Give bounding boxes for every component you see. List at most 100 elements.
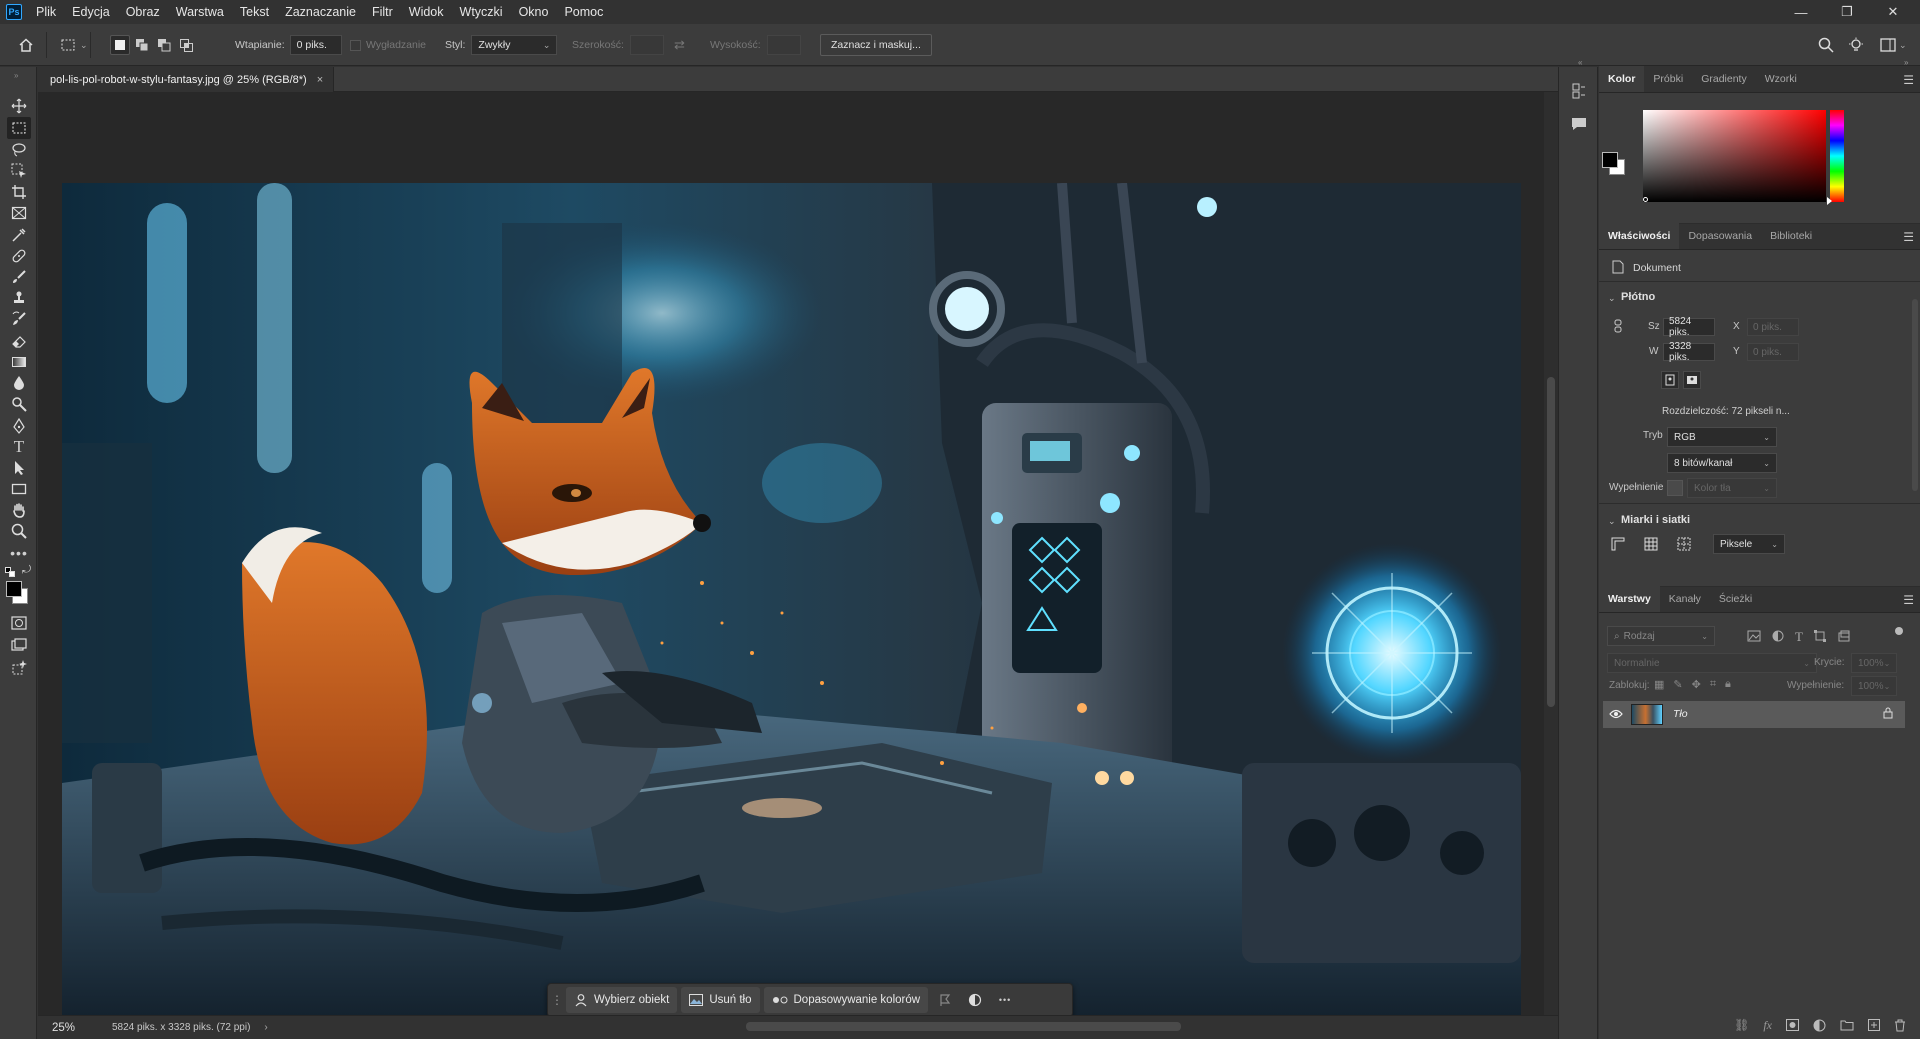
layer-row[interactable]: Tło xyxy=(1603,701,1905,728)
height-input[interactable] xyxy=(766,35,801,55)
menu-item-8[interactable]: Wtyczki xyxy=(452,0,511,24)
pen-tool-icon[interactable] xyxy=(7,415,31,437)
menu-item-3[interactable]: Warstwa xyxy=(168,0,232,24)
tab-adjustments[interactable]: Dopasowania xyxy=(1679,223,1761,249)
default-colors-icon[interactable] xyxy=(5,566,15,580)
fx-icon[interactable]: fx xyxy=(1763,1018,1772,1033)
screen-mode-icon[interactable] xyxy=(7,634,31,656)
object-selection-tool-icon[interactable] xyxy=(7,160,31,182)
eraser-tool-icon[interactable] xyxy=(7,330,31,352)
vertical-scrollbar[interactable] xyxy=(1544,92,1558,1015)
foreground-color-swatch[interactable] xyxy=(6,581,22,597)
type-layer-filter-icon[interactable]: T xyxy=(1795,629,1803,645)
color-match-button[interactable]: Dopasowywanie kolorów xyxy=(763,987,929,1013)
horizontal-scroll-thumb[interactable] xyxy=(746,1022,1181,1031)
color-panel-menu-icon[interactable]: ☰ xyxy=(1903,73,1914,87)
history-brush-tool-icon[interactable] xyxy=(7,308,31,330)
vertical-scroll-thumb[interactable] xyxy=(1547,377,1555,707)
landscape-orientation-icon[interactable] xyxy=(1683,371,1701,389)
units-select[interactable]: Piksele ⌄ xyxy=(1713,534,1785,554)
type-tool-icon[interactable]: T xyxy=(7,436,31,458)
canvas-section-chevron-icon[interactable]: ⌄ xyxy=(1608,293,1616,304)
tab-channels[interactable]: Kanały xyxy=(1660,586,1710,612)
color-picker-field[interactable] xyxy=(1643,110,1826,202)
swap-colors-icon[interactable]: ⤾ xyxy=(22,564,31,577)
search-icon[interactable] xyxy=(1818,24,1834,66)
dodge-tool-icon[interactable] xyxy=(7,393,31,415)
home-icon[interactable] xyxy=(16,35,36,55)
collapse-panels-icon[interactable]: » xyxy=(1904,58,1908,67)
new-selection-icon[interactable] xyxy=(110,35,130,55)
tab-color[interactable]: Kolor xyxy=(1599,66,1645,92)
menu-item-9[interactable]: Okno xyxy=(511,0,557,24)
lock-all-icon[interactable]: 🔒︎ xyxy=(1725,678,1731,691)
filter-toggle-icon[interactable] xyxy=(1895,627,1903,635)
zoom-level[interactable]: 25% xyxy=(38,1016,82,1039)
new-layer-icon[interactable] xyxy=(1868,1019,1880,1031)
tab-paths[interactable]: Ścieżki xyxy=(1710,586,1761,612)
horizontal-scrollbar[interactable] xyxy=(338,1018,1558,1035)
chevron-down-icon[interactable]: ⌄ xyxy=(80,40,88,51)
lasso-tool-icon[interactable] xyxy=(7,139,31,161)
canvas-width-input[interactable]: 5824 piks. xyxy=(1663,316,1715,338)
layer-fill-input[interactable]: 100% ⌄ xyxy=(1851,676,1897,696)
generative-fill-icon[interactable] xyxy=(7,656,31,678)
properties-scrollbar[interactable] xyxy=(1912,299,1918,491)
comments-panel-icon[interactable] xyxy=(1571,117,1587,134)
minimize-button[interactable]: — xyxy=(1778,0,1824,24)
color-fg-swatch[interactable] xyxy=(1602,152,1618,168)
tab-patterns[interactable]: Wzorki xyxy=(1756,66,1806,92)
remove-background-button[interactable]: Usuń tło xyxy=(681,987,760,1013)
tab-properties[interactable]: Właściwości xyxy=(1599,223,1680,249)
y-input[interactable]: 0 piks. xyxy=(1747,343,1799,361)
intersect-selection-icon[interactable] xyxy=(176,35,196,55)
menu-item-2[interactable]: Obraz xyxy=(118,0,168,24)
tab-swatches[interactable]: Próbki xyxy=(1644,66,1692,92)
layer-lock-icon[interactable] xyxy=(1883,707,1893,722)
layer-name[interactable]: Tło xyxy=(1673,708,1688,720)
antialias-checkbox[interactable] xyxy=(350,39,361,51)
expand-panels-icon[interactable]: « xyxy=(1578,58,1582,67)
rectangular-marquee-tool-icon[interactable] xyxy=(7,117,31,139)
healing-brush-tool-icon[interactable] xyxy=(7,245,31,267)
close-window-button[interactable]: ✕ xyxy=(1870,0,1916,24)
hand-tool-icon[interactable] xyxy=(7,499,31,521)
style-select[interactable]: Zwykły ⌄ xyxy=(471,35,558,55)
x-input[interactable]: 0 piks. xyxy=(1747,318,1799,336)
menu-item-4[interactable]: Tekst xyxy=(232,0,277,24)
select-and-mask-button[interactable]: Zaznacz i maskuj... xyxy=(820,34,932,56)
document-tab[interactable]: pol-lis-pol-robot-w-stylu-fantasy.jpg @ … xyxy=(38,67,335,92)
drag-handle-icon[interactable]: ⋮ xyxy=(551,987,563,1013)
status-menu-arrow[interactable]: › xyxy=(264,1022,267,1033)
hue-slider[interactable] xyxy=(1830,110,1844,202)
portrait-orientation-icon[interactable] xyxy=(1661,371,1679,389)
feather-input[interactable]: 0 piks. xyxy=(289,35,342,55)
link-icon[interactable] xyxy=(1613,319,1623,336)
history-panel-icon[interactable] xyxy=(1571,83,1587,102)
swap-icon[interactable]: ⇄ xyxy=(674,37,685,53)
brush-tool-icon[interactable] xyxy=(7,266,31,288)
grid-icon[interactable] xyxy=(1642,535,1660,553)
workspace-icon[interactable]: ⌄ xyxy=(1880,24,1907,66)
smart-object-filter-icon[interactable] xyxy=(1837,629,1851,643)
shape-layer-filter-icon[interactable] xyxy=(1813,629,1827,643)
add-selection-icon[interactable] xyxy=(132,35,152,55)
marquee-preset-icon[interactable] xyxy=(58,35,78,55)
menu-item-0[interactable]: Plik xyxy=(28,0,64,24)
fill-select[interactable]: Kolor tła ⌄ xyxy=(1687,478,1777,498)
pin-icon[interactable] xyxy=(932,987,958,1013)
hue-slider-handle[interactable] xyxy=(1827,197,1832,205)
lock-pixels-icon[interactable]: ✎ xyxy=(1673,678,1682,691)
pixel-layer-filter-icon[interactable] xyxy=(1747,629,1761,643)
bit-depth-select[interactable]: 8 bitów/kanał ⌄ xyxy=(1667,453,1777,473)
adjustment-layer-filter-icon[interactable] xyxy=(1771,629,1785,643)
move-tool-icon[interactable] xyxy=(7,95,31,117)
tab-libraries[interactable]: Biblioteki xyxy=(1761,223,1821,249)
menu-item-6[interactable]: Filtr xyxy=(364,0,401,24)
collapse-icon[interactable]: » xyxy=(14,71,18,80)
tab-gradients[interactable]: Gradienty xyxy=(1692,66,1756,92)
new-group-icon[interactable] xyxy=(1840,1019,1854,1031)
properties-panel-menu-icon[interactable]: ☰ xyxy=(1903,230,1914,244)
layers-panel-menu-icon[interactable]: ☰ xyxy=(1903,593,1914,607)
lightbulb-icon[interactable] xyxy=(1848,24,1864,66)
